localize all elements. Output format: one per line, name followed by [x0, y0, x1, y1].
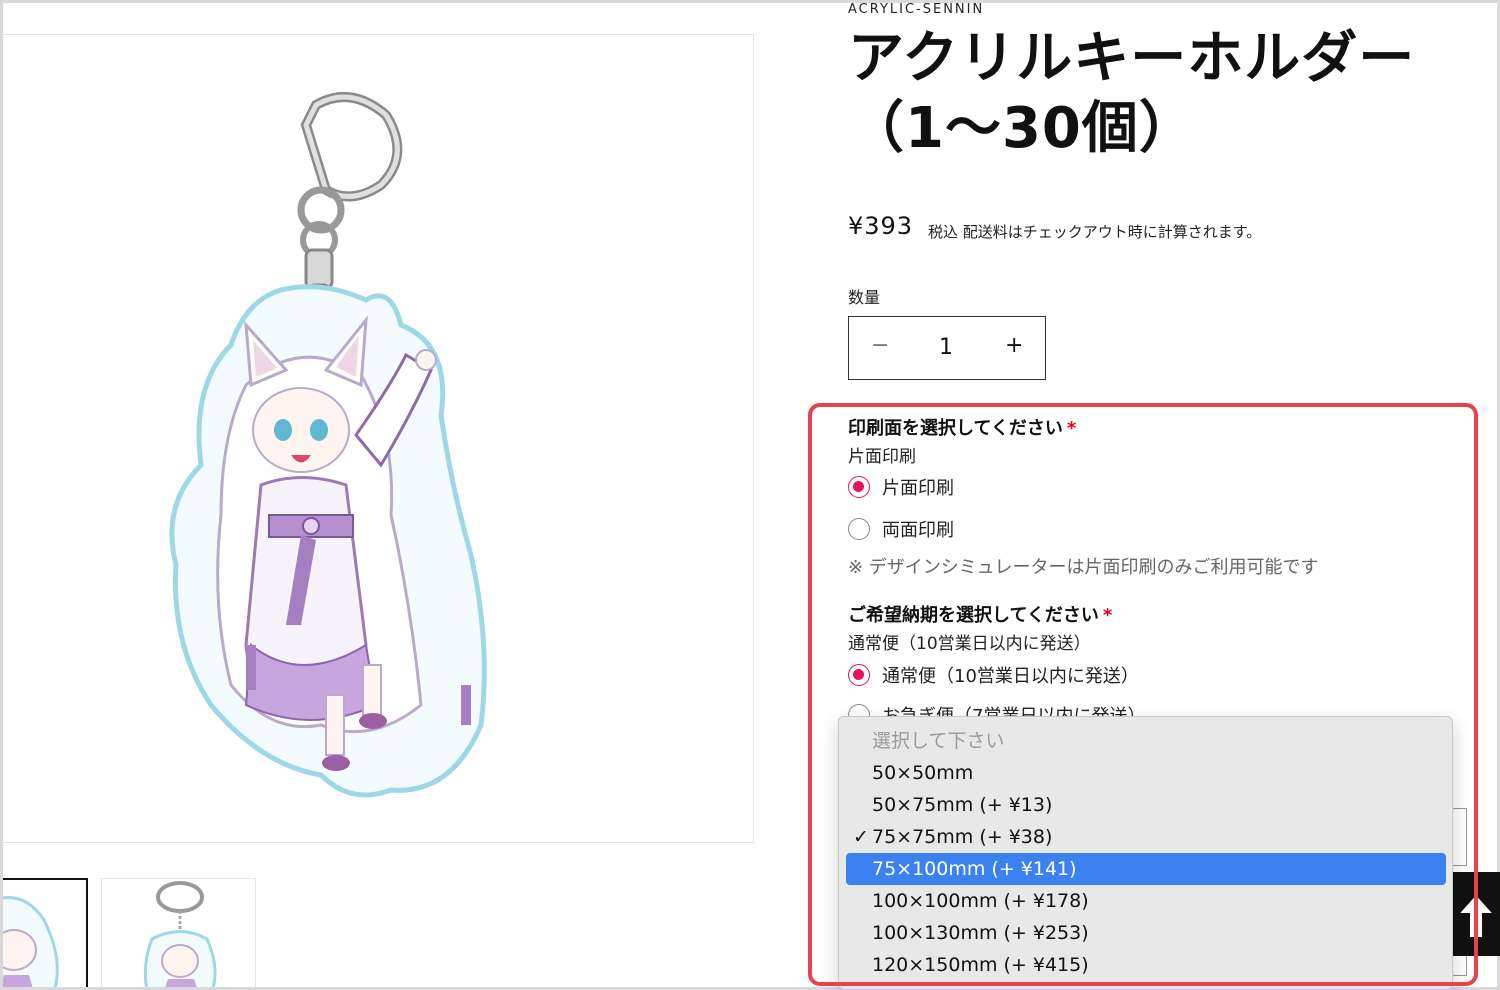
delivery-current: 通常便（10営業日以内に発送） — [848, 634, 1091, 654]
dropdown-option[interactable]: 50×75mm (+ ¥13) — [846, 789, 1446, 821]
radio-standard-delivery[interactable]: 通常便（10営業日以内に発送） — [848, 661, 1139, 689]
thumbnail-1-image — [0, 896, 59, 988]
print-side-current: 片面印刷 — [848, 447, 916, 467]
dropdown-option-checked[interactable]: ✓ 75×75mm (+ ¥38) — [846, 821, 1446, 853]
delivery-label-text: ご希望納期を選択してください — [848, 605, 1099, 626]
thumbnail-1[interactable] — [0, 878, 88, 990]
product-vendor: ACRYLIC-SENNIN — [848, 2, 985, 17]
size-dropdown-list[interactable]: 選択して下さい 50×50mm 50×75mm (+ ¥13) ✓ 75×75m… — [838, 716, 1453, 990]
print-side-note: ※ デザインシミュレーターは片面印刷のみご利用可能です — [848, 557, 1319, 578]
arrow-up-icon — [1455, 892, 1497, 939]
radio-label: 両面印刷 — [882, 520, 954, 541]
delivery-label: ご希望納期を選択してください * — [848, 601, 1112, 627]
dropdown-option[interactable]: 100×100mm (+ ¥178) — [846, 885, 1446, 917]
dropdown-option-label: 75×75mm (+ ¥38) — [872, 826, 1053, 848]
dropdown-option[interactable]: 100×130mm (+ ¥253) — [846, 917, 1446, 949]
radio-double-sided[interactable]: 両面印刷 — [848, 515, 954, 543]
quantity-label: 数量 — [848, 288, 881, 307]
price-tax-note: 税込 配送料はチェックアウト時に計算されます。 — [928, 223, 1262, 241]
product-title-line2: （1〜30個） — [848, 96, 1196, 161]
checkmark-icon: ✓ — [853, 826, 869, 848]
product-price: ¥393 — [848, 212, 914, 240]
dropdown-option[interactable]: 50×50mm — [846, 757, 1446, 789]
dropdown-option[interactable]: 120×150mm (+ ¥415) — [846, 949, 1446, 981]
thumbnail-2-image — [143, 881, 217, 989]
product-main-image[interactable] — [0, 34, 754, 843]
thumbnail-2[interactable] — [101, 878, 256, 990]
dropdown-option-highlighted[interactable]: 75×100mm (+ ¥141) — [846, 853, 1446, 885]
keychain-illustration — [169, 92, 487, 798]
radio-button-checked[interactable] — [848, 476, 870, 498]
quantity-stepper: − 1 + — [848, 316, 1046, 380]
print-side-label: 印刷面を選択してください * — [848, 414, 1076, 440]
radio-label: 片面印刷 — [882, 478, 954, 499]
radio-button[interactable] — [848, 518, 870, 540]
quantity-decrease-button[interactable]: − — [871, 333, 889, 358]
product-title: アクリルキーホルダー （1〜30個） — [848, 24, 1468, 164]
quantity-input[interactable]: 1 — [939, 335, 953, 360]
scroll-to-top-button[interactable] — [1452, 872, 1500, 956]
dropdown-option-placeholder: 選択して下さい — [872, 730, 1005, 752]
radio-label: 通常便（10営業日以内に発送） — [882, 666, 1139, 687]
required-mark: * — [1066, 418, 1077, 439]
radio-button-checked[interactable] — [848, 664, 870, 686]
print-side-label-text: 印刷面を選択してください — [848, 418, 1063, 439]
quantity-increase-button[interactable]: + — [1005, 333, 1023, 358]
required-mark: * — [1102, 605, 1113, 626]
product-title-line1: アクリルキーホルダー — [848, 26, 1416, 91]
radio-single-sided[interactable]: 片面印刷 — [848, 473, 954, 501]
